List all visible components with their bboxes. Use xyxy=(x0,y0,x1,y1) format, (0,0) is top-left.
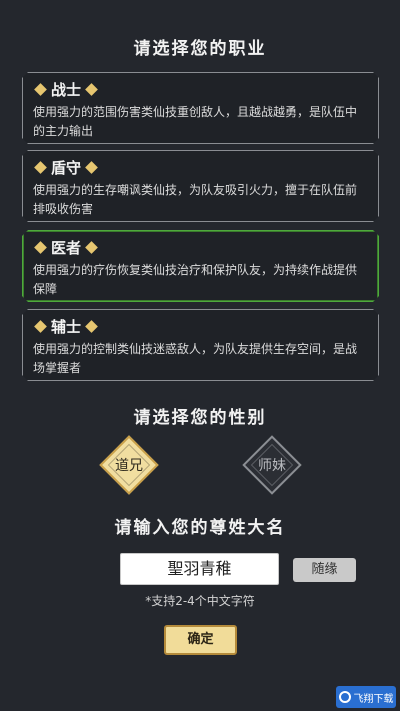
profession-desc: 使用强力的生存嘲讽类仙技，为队友吸引火力，擅于在队伍前排吸收伤害 xyxy=(33,183,358,216)
diamond-icon xyxy=(34,320,47,333)
profession-desc: 使用强力的控制类仙技迷惑敌人，为队友提供生存空间，是战场掌握者 xyxy=(33,342,358,375)
profession-card-warrior[interactable]: 战士 使用强力的范围伤害类仙技重创敌人，且越战越勇，是队伍中的主力输出 xyxy=(22,72,379,144)
profession-card-healer[interactable]: 医者 使用强力的疗伤恢复类仙技治疗和保护队友，为持续作战提供保障 xyxy=(22,230,379,302)
diamond-icon xyxy=(85,241,98,254)
profession-card-guardian[interactable]: 盾守 使用强力的生存嘲讽类仙技，为队友吸引火力，擅于在队伍前排吸收伤害 xyxy=(22,150,379,222)
name-hint: *支持2-4个中文字符 xyxy=(145,594,255,608)
profession-name: 医者 xyxy=(51,238,82,257)
diamond-icon xyxy=(85,83,98,96)
profession-card-support[interactable]: 辅士 使用强力的控制类仙技迷惑敌人，为队友提供生存空间，是战场掌握者 xyxy=(22,309,379,381)
logo-icon xyxy=(338,691,351,703)
confirm-button[interactable]: 确定 xyxy=(164,625,237,655)
name-title: 请输入您的尊姓大名 xyxy=(114,518,286,538)
gender-label-female: 师妹 xyxy=(258,458,286,474)
profession-name: 战士 xyxy=(51,80,82,99)
diamond-icon xyxy=(34,241,47,254)
random-name-button[interactable]: 随缘 xyxy=(293,558,356,582)
diamond-icon xyxy=(85,320,98,333)
diamond-icon xyxy=(34,161,47,174)
profession-desc: 使用强力的疗伤恢复类仙技治疗和保护队友，为持续作战提供保障 xyxy=(33,263,358,296)
watermark-text: 飞翔下载 xyxy=(353,693,394,705)
diamond-icon xyxy=(34,83,47,96)
diamond-icon xyxy=(85,161,98,174)
profession-desc: 使用强力的范围伤害类仙技重创敌人，且越战越勇，是队伍中的主力输出 xyxy=(33,105,358,138)
profession-title: 请选择您的职业 xyxy=(133,39,267,59)
profession-name: 辅士 xyxy=(51,317,82,336)
gender-title: 请选择您的性别 xyxy=(133,408,267,428)
watermark: 飞翔下载 xyxy=(336,686,396,708)
profession-name: 盾守 xyxy=(51,158,82,177)
name-input[interactable]: 聖羽青稚 xyxy=(120,553,279,585)
gender-label-male: 道兄 xyxy=(115,458,143,474)
